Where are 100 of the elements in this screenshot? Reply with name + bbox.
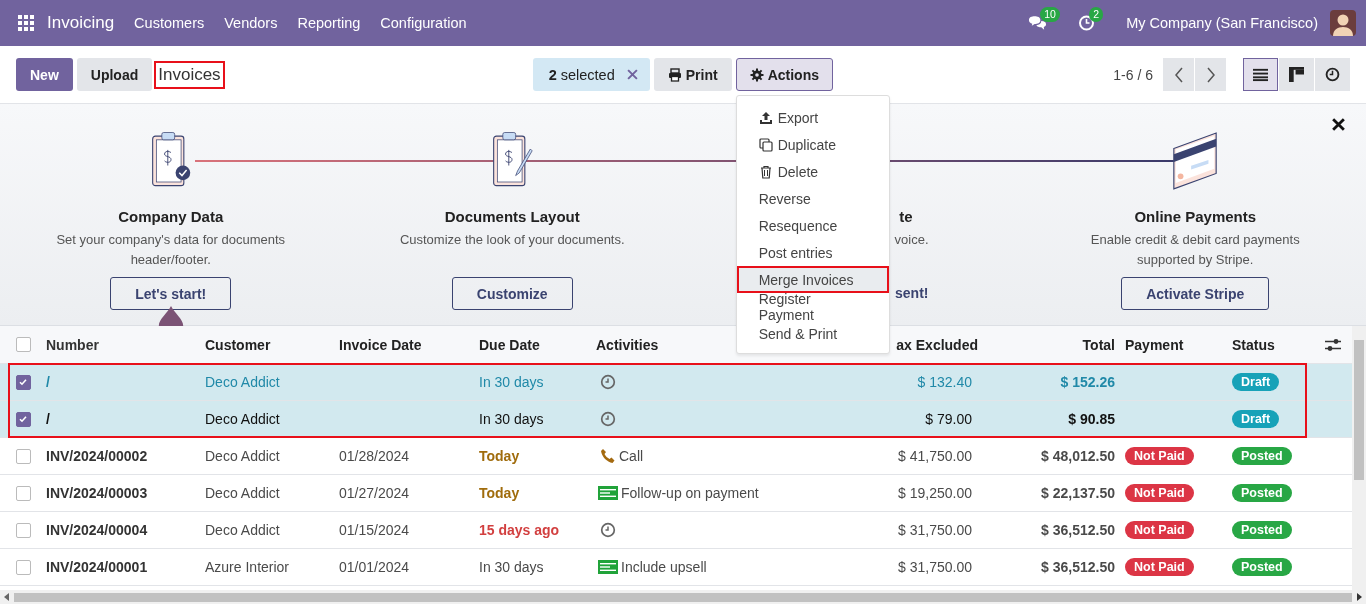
checkmark-icon: [18, 377, 28, 387]
row-checkbox[interactable]: [15, 411, 31, 427]
status-badge: Posted: [1232, 521, 1292, 539]
menu-item[interactable]: Delete: [736, 158, 889, 185]
step-button[interactable]: Customize: [451, 277, 573, 310]
phone-icon[interactable]: [600, 448, 616, 464]
table-cell-text: $ 79.00: [924, 411, 973, 427]
apps-menu-icon[interactable]: [18, 15, 34, 31]
step-button-text[interactable]: sent!: [895, 277, 929, 310]
activity-count-badge: 2: [1089, 7, 1104, 22]
checkmark-icon: [18, 414, 28, 424]
table-cell-text: $ 48,012.50: [1040, 448, 1116, 464]
invoice-row[interactable]: INV/2024/00002 Deco Addict 01/28/2024 Today Call $ 41,750.00 $ 48,012.50 Not Paid Posted: [0, 438, 1352, 475]
table-cell-text: Deco Addict: [205, 374, 281, 390]
table-cell-text: Today: [479, 448, 521, 464]
print-button[interactable]: Print: [653, 58, 732, 91]
column-header[interactable]: Status: [1232, 336, 1315, 353]
column-settings-icon[interactable]: [1325, 337, 1341, 352]
row-checkbox[interactable]: [15, 448, 31, 464]
status-badge: Posted: [1232, 558, 1292, 576]
clock-icon[interactable]: [600, 411, 616, 427]
selection-count: 2 selected: [548, 66, 615, 83]
invoice-row[interactable]: INV/2024/00001 Azure Interior 01/01/2024 In 30 days Include upsell $ 31,750.00 $ 36,512.50 Not Paid Posted: [0, 549, 1352, 586]
invoice-row[interactable]: INV/2024/00004 Deco Addict 01/15/2024 15 days ago $ 31,750.00 $ 36,512.50 Not Paid Posted: [0, 512, 1352, 549]
step-button[interactable]: Activate Stripe: [1121, 277, 1270, 310]
list-view-button[interactable]: [1243, 58, 1278, 91]
invoice-row[interactable]: / Deco Addict In 30 days $ 79.00 $ 90.85 Draft: [0, 401, 1352, 438]
menu-item[interactable]: Merge Invoices: [736, 266, 889, 293]
next-button[interactable]: [1195, 58, 1226, 91]
previous-button[interactable]: [1163, 58, 1194, 91]
select-all-checkbox[interactable]: [15, 337, 31, 352]
copy-icon: [758, 137, 773, 152]
table-cell-text: Deco Addict: [205, 485, 281, 501]
message-count-badge: 10: [1040, 7, 1060, 22]
banknote-icon[interactable]: [598, 485, 618, 501]
printer-icon: [667, 67, 682, 82]
scroll-left-icon[interactable]: [4, 593, 10, 601]
clock-icon[interactable]: [600, 522, 616, 538]
status-badge: Draft: [1232, 410, 1280, 428]
row-checkbox[interactable]: [15, 485, 31, 501]
new-button[interactable]: New: [16, 58, 73, 91]
column-header[interactable]: Payment: [1125, 336, 1232, 353]
table-cell-text: Deco Addict: [205, 448, 281, 464]
table-cell-text: In 30 days: [479, 411, 545, 427]
status-badge: Posted: [1232, 484, 1292, 502]
table-cell-text: Deco Addict: [205, 411, 281, 427]
breadcrumb-title: Invoices: [154, 60, 225, 89]
column-header[interactable]: Total: [982, 336, 1125, 353]
table-cell-text: $ 22,137.50: [1040, 485, 1116, 501]
menu-item[interactable]: Export: [736, 104, 889, 131]
table-cell-text: $ 31,750.00: [897, 522, 973, 538]
menu-item[interactable]: Resequence: [736, 212, 889, 239]
table-cell-text: /: [46, 374, 51, 390]
navbar-menu-item[interactable]: Customers: [134, 15, 205, 31]
table-cell-text: $ 36,512.50: [1040, 522, 1116, 538]
chevron-right-icon: [1205, 66, 1216, 83]
activity-view-button[interactable]: [1315, 58, 1350, 91]
table-cell-text: $ 19,250.00: [897, 485, 973, 501]
pager-value: 1-6 / 6: [1113, 66, 1153, 83]
horizontal-scrollbar[interactable]: [0, 590, 1366, 604]
menu-item[interactable]: Duplicate: [736, 131, 889, 158]
column-header[interactable]: Invoice Date: [339, 336, 479, 353]
actions-button[interactable]: Actions: [735, 58, 833, 91]
kanban-view-button[interactable]: [1279, 58, 1314, 91]
scroll-right-icon[interactable]: [1356, 593, 1362, 601]
list-icon: [1253, 67, 1268, 82]
step-button[interactable]: Let's start!: [110, 277, 232, 310]
table-cell: 01/28/2024: [339, 448, 410, 464]
table-cell-text: 15 days ago: [479, 522, 561, 538]
vertical-scrollbar[interactable]: [1352, 326, 1366, 590]
clock-icon[interactable]: [600, 374, 616, 390]
table-cell-text: Today: [479, 485, 521, 501]
app-name[interactable]: Invoicing: [47, 13, 115, 33]
table-cell-text: $ 36,512.50: [1040, 559, 1116, 575]
column-header[interactable]: Number: [46, 336, 205, 353]
table-cell-text: $ 152.26: [1059, 374, 1116, 390]
user-avatar-icon[interactable]: [1330, 10, 1356, 36]
status-badge: Posted: [1232, 447, 1292, 465]
invoice-row[interactable]: INV/2024/00003 Deco Addict 01/27/2024 Today Follow-up on payment $ 19,250.00 $ 22,137.50 Not Paid Posted: [0, 475, 1352, 512]
upload-button[interactable]: Upload: [76, 58, 153, 91]
table-cell: 01/15/2024: [339, 522, 410, 538]
company-switcher[interactable]: My Company (San Francisco): [1126, 15, 1318, 31]
navbar-menu-item[interactable]: Configuration: [380, 15, 467, 31]
row-checkbox[interactable]: [15, 522, 31, 538]
column-header[interactable]: Customer: [205, 336, 339, 353]
banknote-icon[interactable]: [598, 559, 618, 575]
chevron-left-icon: [1173, 66, 1184, 83]
row-checkbox[interactable]: [15, 559, 31, 575]
menu-item[interactable]: Reverse: [736, 185, 889, 212]
table-cell-text: /: [46, 411, 51, 427]
close-icon[interactable]: [1331, 117, 1346, 132]
upload-icon: [758, 110, 773, 125]
navbar-menu-item[interactable]: Vendors: [224, 15, 278, 31]
table-cell-text: INV/2024/00001: [46, 559, 149, 575]
table-cell-text: INV/2024/00002: [46, 448, 149, 464]
table-cell-text: In 30 days: [479, 374, 545, 390]
column-header[interactable]: Due Date: [479, 336, 596, 353]
menu-item[interactable]: Post entries: [736, 239, 889, 266]
navbar-menu-item[interactable]: Reporting: [297, 15, 361, 31]
row-checkbox[interactable]: [15, 374, 31, 390]
